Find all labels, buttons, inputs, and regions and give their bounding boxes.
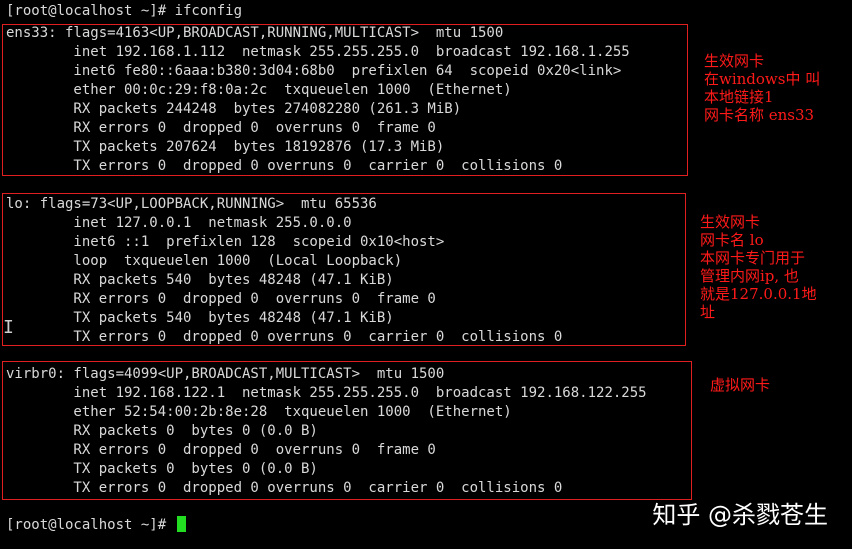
ens33-annotation: 生效网卡 在windows中 叫 本地链接1 网卡名称 ens33 <box>704 52 821 124</box>
lo-line-3: inet6 ::1 prefixlen 128 scopeid 0x10<hos… <box>6 234 445 250</box>
ens33-line-5: RX packets 244248 bytes 274082280 (261.3… <box>6 101 462 117</box>
virbr0-line-7: TX errors 0 dropped 0 overruns 0 carrier… <box>6 480 563 496</box>
ens33-line-8: TX errors 0 dropped 0 overruns 0 carrier… <box>6 158 563 174</box>
virbr0-line-4: RX packets 0 bytes 0 (0.0 B) <box>6 423 318 439</box>
ens33-line-2: inet 192.168.1.112 netmask 255.255.255.0… <box>6 44 630 60</box>
watermark: 知乎 @杀戮苍生 <box>652 501 828 529</box>
ens33-line-4: ether 00:0c:29:f8:0a:2c txqueuelen 1000 … <box>6 82 512 98</box>
command-line: [root@localhost ~]# ifconfig <box>6 3 243 19</box>
ens33-line-3: inet6 fe80::6aaa:b380:3d04:68b0 prefixle… <box>6 63 622 79</box>
virbr0-line-6: TX packets 0 bytes 0 (0.0 B) <box>6 461 318 477</box>
virbr0-line-2: inet 192.168.122.1 netmask 255.255.255.0… <box>6 385 647 401</box>
lo-line-2: inet 127.0.0.1 netmask 255.0.0.0 <box>6 215 352 231</box>
terminal-window[interactable]: [root@localhost ~]# ifconfig ens33: flag… <box>0 0 852 549</box>
virbr0-annotation: 虚拟网卡 <box>710 376 771 394</box>
lo-line-4: loop txqueuelen 1000 (Local Loopback) <box>6 253 403 269</box>
lo-annotation: 生效网卡 网卡名 lo 本网卡专门用于 管理内网ip, 也 就是127.0.0.… <box>700 213 817 321</box>
text-cursor-icon: I <box>3 317 14 338</box>
prompt-text: [root@localhost ~]# <box>6 517 175 533</box>
lo-line-5: RX packets 540 bytes 48248 (47.1 KiB) <box>6 272 394 288</box>
virbr0-line-1: virbr0: flags=4099<UP,BROADCAST,MULTICAS… <box>6 366 445 382</box>
lo-line-8: TX errors 0 dropped 0 overruns 0 carrier… <box>6 329 563 345</box>
virbr0-line-3: ether 52:54:00:2b:8e:28 txqueuelen 1000 … <box>6 404 512 420</box>
lo-line-7: TX packets 540 bytes 48248 (47.1 KiB) <box>6 310 394 326</box>
prompt-line[interactable]: [root@localhost ~]# <box>6 516 186 535</box>
virbr0-line-5: RX errors 0 dropped 0 overruns 0 frame 0 <box>6 442 436 458</box>
lo-line-1: lo: flags=73<UP,LOOPBACK,RUNNING> mtu 65… <box>6 196 377 212</box>
lo-line-6: RX errors 0 dropped 0 overruns 0 frame 0 <box>6 291 436 307</box>
ens33-line-1: ens33: flags=4163<UP,BROADCAST,RUNNING,M… <box>6 25 504 41</box>
ens33-line-7: TX packets 207624 bytes 18192876 (17.3 M… <box>6 139 445 155</box>
ens33-line-6: RX errors 0 dropped 0 overruns 0 frame 0 <box>6 120 436 136</box>
terminal-cursor <box>176 516 186 532</box>
